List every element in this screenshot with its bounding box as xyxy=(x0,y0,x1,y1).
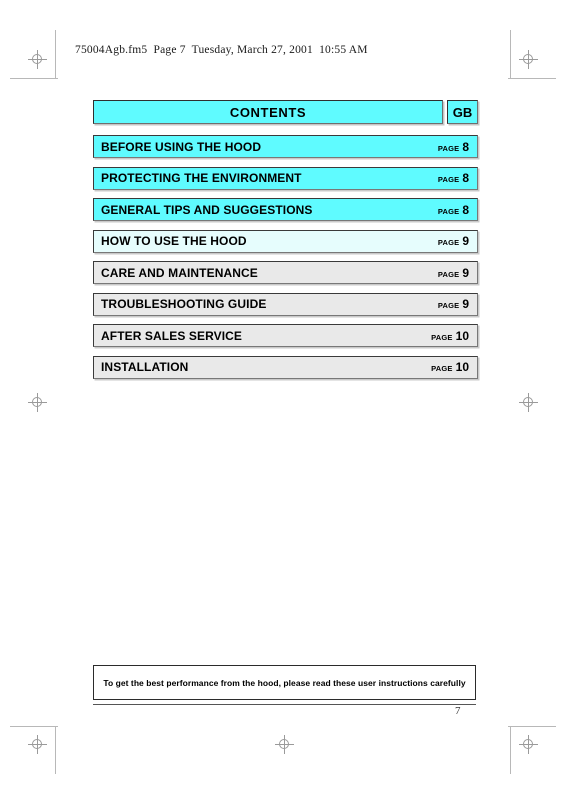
page-word: PAGE xyxy=(431,332,453,342)
contents-entry[interactable]: PROTECTING THE ENVIRONMENT PAGE 8 xyxy=(93,166,478,190)
contents-entry[interactable]: INSTALLATION PAGE 10 xyxy=(93,355,478,379)
contents-entry-page: PAGE 10 xyxy=(431,360,469,374)
registration-mark-top-left xyxy=(28,50,47,69)
trim-line-right-top xyxy=(510,30,511,78)
contents-entry-label: HOW TO USE THE HOOD xyxy=(101,234,247,248)
document-header-line: 75004Agb.fm5 Page 7 Tuesday, March 27, 2… xyxy=(75,44,368,56)
page-number-value: 9 xyxy=(462,234,469,248)
contents-entry[interactable]: CARE AND MAINTENANCE PAGE 9 xyxy=(93,261,478,284)
registration-mark-bottom-center xyxy=(275,735,294,754)
contents-entry-page: PAGE 8 xyxy=(438,140,469,154)
contents-entry-label: BEFORE USING THE HOOD xyxy=(101,139,262,154)
page-number-value: 9 xyxy=(462,297,469,311)
contents-entry[interactable]: BEFORE USING THE HOOD PAGE 8 xyxy=(93,135,478,158)
contents-entry-label: TROUBLESHOOTING GUIDE xyxy=(101,297,267,311)
page-number-value: 8 xyxy=(462,139,469,154)
page-number-value: 8 xyxy=(462,202,469,217)
contents-entry-label: PROTECTING THE ENVIRONMENT xyxy=(101,171,302,185)
trim-line-right-bottom xyxy=(510,726,511,774)
contents-entry[interactable]: TROUBLESHOOTING GUIDE PAGE 9 xyxy=(93,292,478,316)
contents-entry-page: PAGE 9 xyxy=(438,234,469,248)
language-code-box: GB xyxy=(447,100,478,124)
trim-line-bottom-right xyxy=(508,726,556,727)
contents-entry-page: PAGE 9 xyxy=(438,266,469,280)
registration-mark-bottom-right xyxy=(519,735,538,754)
contents-entry-label: CARE AND MAINTENANCE xyxy=(101,265,258,280)
trim-line-left-bottom xyxy=(55,726,56,774)
contents-title: CONTENTS xyxy=(93,100,443,124)
contents-entry-page: PAGE 10 xyxy=(431,329,469,343)
contents-entry-page: PAGE 9 xyxy=(438,297,469,311)
footer-rule xyxy=(93,704,476,705)
contents-entry-page: PAGE 8 xyxy=(438,203,469,217)
contents-entry-label: AFTER SALES SERVICE xyxy=(101,328,243,343)
page-number-value: 8 xyxy=(462,171,469,185)
trim-line-top-right xyxy=(508,78,556,79)
registration-mark-middle-left xyxy=(28,393,47,412)
page-word: PAGE xyxy=(431,364,453,373)
contents-entry[interactable]: HOW TO USE THE HOOD PAGE 9 xyxy=(93,229,478,253)
page-word: PAGE xyxy=(437,269,460,279)
page-word: PAGE xyxy=(437,175,460,184)
contents-title-row: CONTENTS GB xyxy=(93,100,478,124)
contents-entry[interactable]: AFTER SALES SERVICE PAGE 10 xyxy=(93,324,478,347)
page-word: PAGE xyxy=(437,206,460,216)
contents-entry-label: INSTALLATION xyxy=(101,360,189,374)
page-word: PAGE xyxy=(437,301,460,310)
page-number-value: 9 xyxy=(462,265,469,280)
contents-entry-list: BEFORE USING THE HOOD PAGE 8 PROTECTING … xyxy=(93,135,478,379)
contents-entry-label: GENERAL TIPS AND SUGGESTIONS xyxy=(101,202,313,217)
contents-block: CONTENTS GB BEFORE USING THE HOOD PAGE 8… xyxy=(93,100,478,387)
footer-note-box: To get the best performance from the hoo… xyxy=(93,665,476,700)
page-number: 7 xyxy=(455,705,461,717)
footer-note-text: To get the best performance from the hoo… xyxy=(103,677,466,688)
page-word: PAGE xyxy=(437,143,460,153)
contents-entry[interactable]: GENERAL TIPS AND SUGGESTIONS PAGE 8 xyxy=(93,198,478,221)
page-number-value: 10 xyxy=(455,360,469,374)
registration-mark-bottom-left xyxy=(28,735,47,754)
trim-line-bottom-left xyxy=(10,726,58,727)
registration-mark-top-right xyxy=(519,50,538,69)
printed-page: 75004Agb.fm5 Page 7 Tuesday, March 27, 2… xyxy=(0,0,565,800)
page-word: PAGE xyxy=(437,238,460,247)
trim-line-left-top xyxy=(55,30,56,78)
trim-line-top-left xyxy=(10,78,58,79)
page-number-value: 10 xyxy=(455,328,469,343)
registration-mark-middle-right xyxy=(519,393,538,412)
contents-entry-page: PAGE 8 xyxy=(438,171,469,185)
